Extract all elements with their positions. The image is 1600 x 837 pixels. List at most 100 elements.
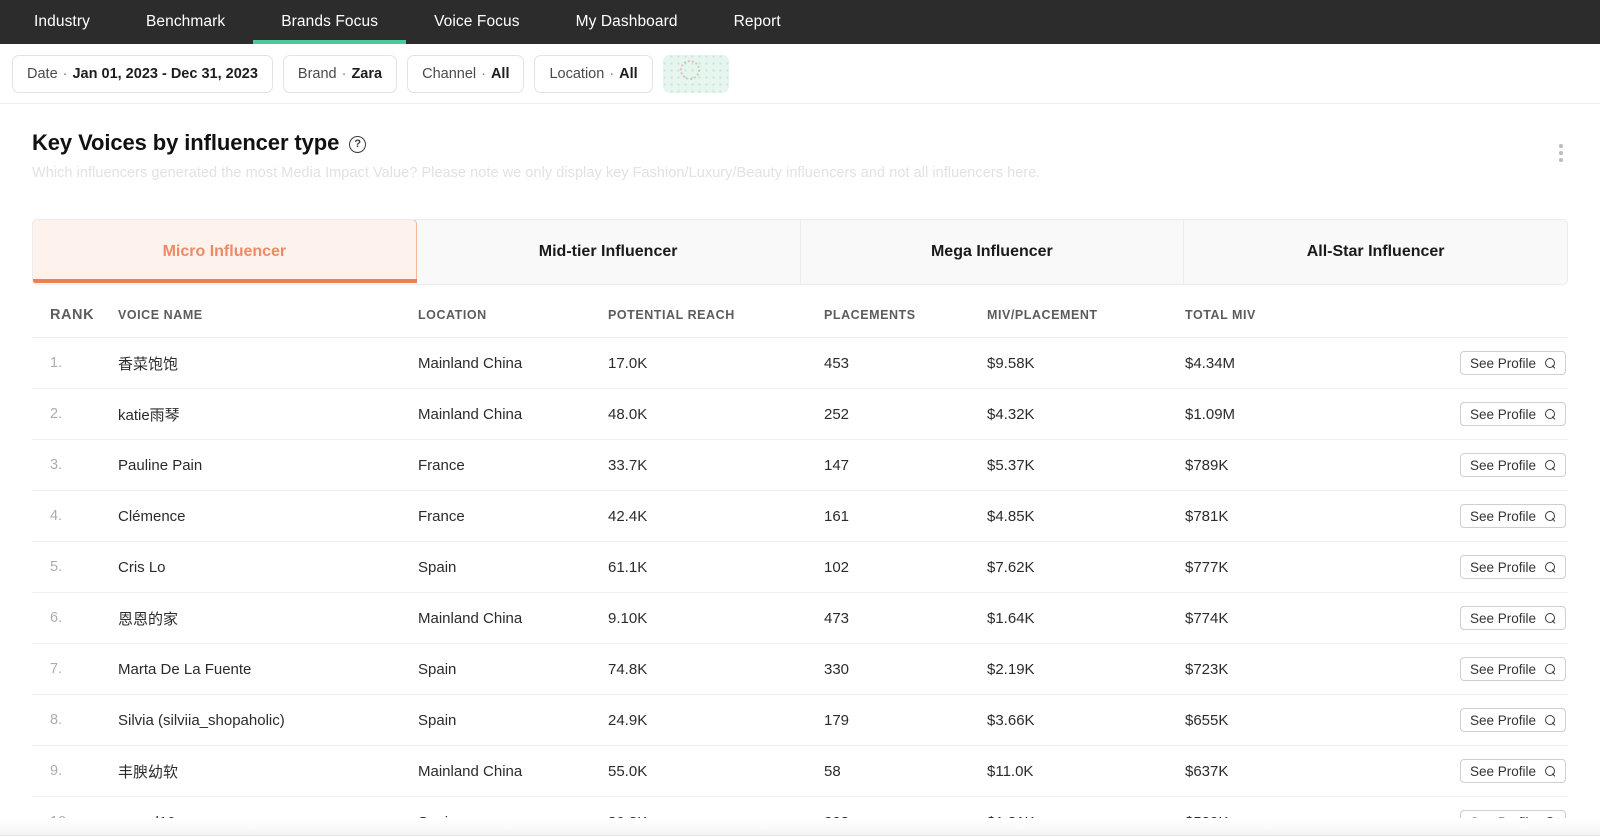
filter-chip-channel[interactable]: Channel·All [407,55,524,93]
cell-voice-name: katie雨琴 [118,389,418,440]
cell-total-miv: $789K [1185,440,1365,491]
cell-actions: See Profile [1365,542,1568,593]
cell-location: Spain [418,644,608,695]
filter-chip-date[interactable]: Date·Jan 01, 2023 - Dec 31, 2023 [12,55,273,93]
filter-chip-label: Brand [298,66,337,82]
filter-chip-separator: · [481,66,486,82]
cell-miv-placement: $7.62K [987,542,1185,593]
cell-rank: 3. [32,440,118,491]
cell-rank: 4. [32,491,118,542]
table-row[interactable]: 8.Silvia (silviia_shopaholic)Spain24.9K1… [32,695,1568,746]
table-header-row: RANK VOICE NAME LOCATION POTENTIAL REACH… [32,285,1568,338]
column-header-location[interactable]: LOCATION [418,285,608,338]
key-voices-table-wrap: RANK VOICE NAME LOCATION POTENTIAL REACH… [0,285,1600,837]
cell-miv-placement: $4.32K [987,389,1185,440]
table-row[interactable]: 7.Marta De La FuenteSpain74.8K330$2.19K$… [32,644,1568,695]
cell-actions: See Profile [1365,491,1568,542]
column-header-miv-placement[interactable]: MIV/PLACEMENT [987,285,1185,338]
filter-chip-label: Channel [422,66,476,82]
magnifier-icon [1545,664,1556,675]
column-header-voice-name[interactable]: VOICE NAME [118,285,418,338]
table-row[interactable]: 4.ClémenceFrance42.4K161$4.85K$781KSee P… [32,491,1568,542]
table-row[interactable]: 3.Pauline PainFrance33.7K147$5.37K$789KS… [32,440,1568,491]
nav-item-report[interactable]: Report [706,0,809,44]
nav-item-industry[interactable]: Industry [6,0,118,44]
cell-actions: See Profile [1365,746,1568,797]
cell-location: Mainland China [418,746,608,797]
filter-chip-separator: · [342,66,347,82]
cell-miv-placement: $11.0K [987,746,1185,797]
cell-rank: 9. [32,746,118,797]
cell-rank: 5. [32,542,118,593]
cell-miv-placement: $3.66K [987,695,1185,746]
table-row[interactable]: 2.katie雨琴Mainland China48.0K252$4.32K$1.… [32,389,1568,440]
column-header-potential-reach[interactable]: POTENTIAL REACH [608,285,824,338]
table-row[interactable]: 5.Cris LoSpain61.1K102$7.62K$777KSee Pro… [32,542,1568,593]
cell-total-miv: $637K [1185,746,1365,797]
tab-mid-tier-influencer[interactable]: Mid-tier Influencer [417,220,801,284]
cell-miv-placement: $2.19K [987,644,1185,695]
see-profile-button[interactable]: See Profile [1460,402,1566,426]
tab-all-star-influencer[interactable]: All-Star Influencer [1184,220,1567,284]
nav-item-voice-focus[interactable]: Voice Focus [406,0,548,44]
cell-rank: 6. [32,593,118,644]
cell-potential-reach: 48.0K [608,389,824,440]
nav-item-brands-focus[interactable]: Brands Focus [253,0,406,44]
cell-voice-name: 丰腴幼软 [118,746,418,797]
see-profile-label: See Profile [1470,407,1536,422]
cell-potential-reach: 55.0K [608,746,824,797]
cell-voice-name: Cris Lo [118,542,418,593]
see-profile-label: See Profile [1470,356,1536,371]
tab-micro-influencer[interactable]: Micro Influencer [32,219,417,283]
tab-label: All-Star Influencer [1307,243,1445,261]
cell-total-miv: $723K [1185,644,1365,695]
see-profile-label: See Profile [1470,458,1536,473]
column-header-actions [1365,285,1568,338]
see-profile-button[interactable]: See Profile [1460,351,1566,375]
magnifier-icon [1545,409,1556,420]
cell-location: France [418,491,608,542]
see-profile-label: See Profile [1470,560,1536,575]
top-navigation-bar: IndustryBenchmark Brands Focus Voice Focus… [0,0,1600,44]
cell-actions: See Profile [1365,593,1568,644]
see-profile-label: See Profile [1470,713,1536,728]
nav-item-benchmark[interactable]: Benchmark [118,0,253,44]
cell-placements: 58 [824,746,987,797]
magnifier-icon [1545,613,1556,624]
cell-placements: 473 [824,593,987,644]
column-header-rank[interactable]: RANK [32,285,118,338]
influencer-type-tabs: Micro InfluencerMid-tier InfluencerMega … [32,219,1568,285]
table-row[interactable]: 6.恩恩的家Mainland China9.10K473$1.64K$774KS… [32,593,1568,644]
see-profile-button[interactable]: See Profile [1460,708,1566,732]
cell-rank: 1. [32,338,118,389]
card-header: Key Voices by influencer type ? Which in… [0,104,1600,181]
cell-placements: 453 [824,338,987,389]
cell-location: Mainland China [418,338,608,389]
nav-item-my-dashboard[interactable]: My Dashboard [548,0,706,44]
cell-potential-reach: 33.7K [608,440,824,491]
question-mark-circle-icon[interactable]: ? [349,136,366,153]
magnifier-icon [1545,715,1556,726]
see-profile-button[interactable]: See Profile [1460,555,1566,579]
cell-potential-reach: 61.1K [608,542,824,593]
kebab-menu-icon[interactable] [1550,140,1572,166]
table-row[interactable]: 9.丰腴幼软Mainland China55.0K58$11.0K$637K Se… [32,746,1568,797]
column-header-total-miv[interactable]: TOTAL MIV [1185,285,1365,338]
see-profile-button[interactable]: See Profile [1460,504,1566,528]
cell-total-miv: $655K [1185,695,1365,746]
page-title: Key Voices by influencer type [32,130,339,156]
tab-mega-influencer[interactable]: Mega Influencer [801,220,1185,284]
table-row[interactable]: 1.香菜饱饱Mainland China17.0K453$9.58K$4.34M… [32,338,1568,389]
see-profile-button[interactable]: See Profile [1460,453,1566,477]
see-profile-button[interactable]: See Profile [1460,759,1566,783]
see-profile-button[interactable]: See Profile [1460,657,1566,681]
filter-chip-location[interactable]: Location·All [534,55,652,93]
filter-chip-brand[interactable]: Brand·Zara [283,55,397,93]
cell-rank: 2. [32,389,118,440]
cell-potential-reach: 17.0K [608,338,824,389]
nav-item-label: Brands Focus [281,13,378,31]
column-header-placements[interactable]: PLACEMENTS [824,285,987,338]
cell-voice-name: Silvia (silviia_shopaholic) [118,695,418,746]
see-profile-button[interactable]: See Profile [1460,606,1566,630]
filter-chip-label: Location [549,66,604,82]
